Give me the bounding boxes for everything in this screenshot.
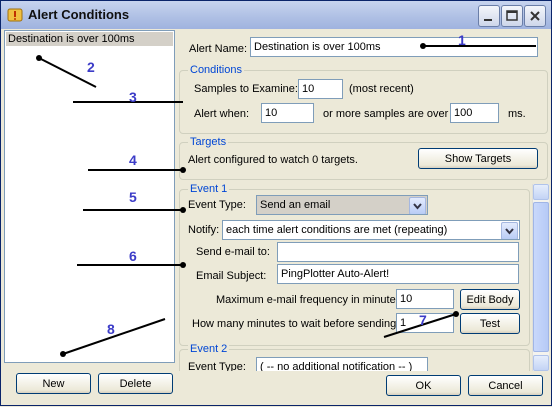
event-type-label: Event Type: — [188, 199, 246, 211]
minimize-button[interactable] — [478, 5, 500, 27]
event2-title: Event 2 — [188, 343, 230, 355]
dropdown-arrow-icon[interactable] — [409, 197, 426, 214]
alert-name-input[interactable]: Destination is over 100ms — [250, 37, 538, 57]
close-button[interactable] — [524, 5, 546, 27]
event1-title: Event 1 — [188, 183, 230, 195]
event2-type-label: Event Type: — [188, 361, 246, 371]
send-to-label: Send e-mail to: — [196, 246, 270, 258]
list-item[interactable]: Destination is over 100ms — [6, 32, 173, 46]
samples-input[interactable]: 10 — [298, 79, 343, 99]
subject-label: Email Subject: — [196, 270, 267, 282]
alert-when-middle-label: or more samples are over — [323, 108, 449, 120]
alert-window-icon — [7, 7, 23, 23]
subject-input[interactable]: PingPlotter Auto-Alert! — [277, 264, 519, 284]
scroll-thumb[interactable] — [533, 202, 549, 352]
scroll-down-arrow[interactable] — [533, 355, 549, 371]
edit-body-button[interactable]: Edit Body — [460, 289, 520, 310]
ok-button[interactable]: OK — [386, 375, 461, 396]
delete-button[interactable]: Delete — [98, 373, 173, 394]
event-type-value: Send an email — [260, 199, 331, 211]
notify-value: each time alert conditions are met (repe… — [226, 224, 448, 236]
alert-list[interactable]: Destination is over 100ms — [4, 30, 175, 363]
targets-title: Targets — [188, 136, 229, 148]
send-to-input[interactable] — [277, 242, 519, 262]
frequency-input[interactable]: 10 — [396, 289, 454, 309]
annotation-label-6: 6 — [129, 248, 137, 264]
samples-label: Samples to Examine: — [194, 83, 298, 95]
alert-when-label: Alert when: — [194, 108, 250, 120]
notify-label: Notify: — [188, 224, 220, 236]
frequency-label: Maximum e-mail frequency in minutes: — [216, 294, 405, 306]
maximize-icon — [506, 10, 518, 21]
notify-select[interactable]: each time alert conditions are met (repe… — [222, 220, 520, 240]
annotation-label-8: 8 — [107, 321, 115, 337]
threshold-unit: ms. — [508, 108, 526, 120]
alert-when-input[interactable]: 10 — [261, 103, 314, 123]
wait-label: How many minutes to wait before sending: — [192, 318, 400, 330]
annotation-label-1: 1 — [458, 32, 466, 48]
show-targets-button[interactable]: Show Targets — [418, 148, 538, 169]
annotation-label-4: 4 — [129, 152, 137, 168]
event2-type-value: ( -- no additional notification -- ) — [260, 361, 413, 371]
window-title: Alert Conditions — [28, 7, 130, 22]
scroll-up-arrow[interactable] — [533, 184, 549, 200]
annotation-label-3: 3 — [129, 89, 137, 105]
test-button[interactable]: Test — [460, 313, 520, 334]
event2-type-select[interactable]: ( -- no additional notification -- ) — [256, 357, 428, 371]
event-type-select[interactable]: Send an email — [256, 195, 428, 215]
maximize-button[interactable] — [501, 5, 523, 27]
dropdown-arrow-icon[interactable] — [501, 222, 518, 239]
events-scrollbar[interactable] — [532, 184, 549, 371]
targets-status-text: Alert configured to watch 0 targets. — [188, 154, 358, 166]
cancel-button[interactable]: Cancel — [468, 375, 543, 396]
close-icon — [530, 11, 540, 21]
title-bar: Alert Conditions — [1, 1, 551, 29]
conditions-group — [179, 70, 548, 134]
minimize-icon — [484, 19, 492, 21]
threshold-input[interactable]: 100 — [450, 103, 499, 123]
alert-name-label: Alert Name: — [189, 43, 248, 55]
annotation-label-2: 2 — [87, 59, 95, 75]
alert-conditions-window: Alert Conditions Destination is over 100… — [0, 0, 552, 406]
annotation-label-7: 7 — [419, 312, 427, 328]
new-button[interactable]: New — [16, 373, 91, 394]
conditions-title: Conditions — [188, 64, 244, 76]
events-panel: Event 1 Event Type: Send an email Notify… — [179, 183, 532, 371]
annotation-label-5: 5 — [129, 189, 137, 205]
samples-suffix: (most recent) — [349, 83, 414, 95]
